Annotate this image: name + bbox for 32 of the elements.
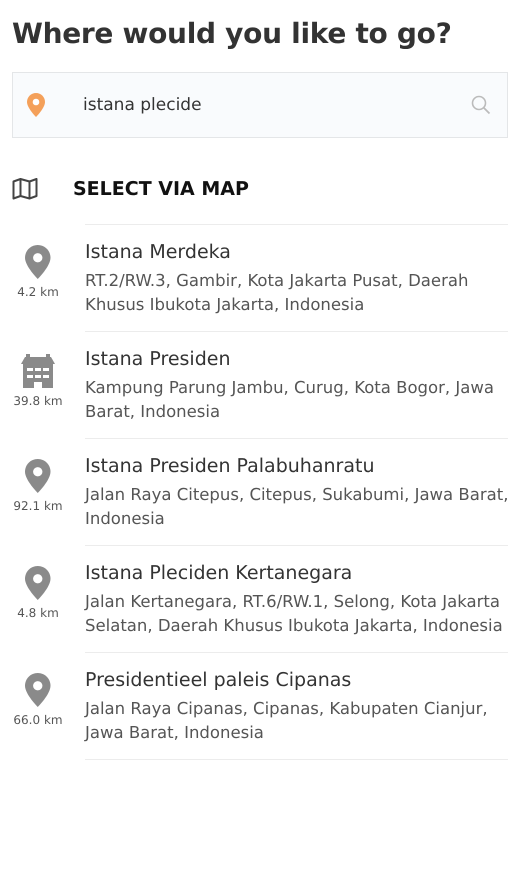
distance-label: 39.8 km [13,394,63,408]
place-address: RT.2/RW.3, Gambir, Kota Jakarta Pusat, Daerah Khusus Ibukota Jakarta, Indonesia [85,270,470,316]
place-name: Presidentieel paleis Cipanas [85,668,352,693]
location-pin-icon [25,673,51,707]
place-address: Jalan Kertanegara, RT.6/RW.1, Selong, Kota Jakarta Selatan, Daerah Khusus Ibukota Jakarta, Indonesia [85,591,504,637]
place-name: Istana Presiden Palabuhanratu [85,454,376,479]
location-pin-icon [25,566,51,600]
distance-label: 66.0 km [13,713,63,727]
place-result[interactable]: 4.8 km Istana Pleciden Kertanegara Jalan Kertanegara, RT.6/RW.1, Selong, Kota Jakarta Selatan, Daerah Khusus Ibukota Jakarta, Indonesia [12,546,530,652]
page-heading: Where would you like to go? [12,16,453,52]
place-address: Kampung Parung Jambu, Curug, Kota Bogor, Jawa Barat, Indonesia [85,377,495,423]
distance-label: 4.2 km [17,285,59,299]
place-name: Istana Presiden [85,347,232,372]
place-address: Jalan Raya Citepus, Citepus, Sukabumi, Jawa Barat, Indonesia [85,484,510,530]
select-via-map-button[interactable]: SELECT VIA MAP [12,174,249,204]
distance-label: 92.1 km [13,499,63,513]
search-input[interactable]: istana plecide [81,94,471,116]
building-icon [20,352,56,388]
location-pin-icon [25,245,51,279]
place-result[interactable]: 92.1 km Istana Presiden Palabuhanratu Jalan Raya Citepus, Citepus, Sukabumi, Jawa Barat, Indonesia [12,439,530,545]
place-result[interactable]: 66.0 km Presidentieel paleis Cipanas Jalan Raya Cipanas, Cipanas, Kabupaten Cianjur, Jawa Barat, Indonesia [12,653,530,759]
place-name: Istana Merdeka [85,240,232,265]
place-name: Istana Pleciden Kertanegara [85,561,354,586]
map-icon [12,178,38,200]
location-pin-icon [27,93,45,117]
place-address: Jalan Raya Cipanas, Cipanas, Kabupaten Cianjur, Jawa Barat, Indonesia [85,698,489,744]
location-pin-icon [25,459,51,493]
search-field[interactable]: istana plecide [12,72,508,138]
search-icon[interactable] [471,95,491,115]
place-result[interactable]: 4.2 km Istana Merdeka RT.2/RW.3, Gambir, Kota Jakarta Pusat, Daerah Khusus Ibukota Jakarta, Indonesia [12,225,530,331]
distance-label: 4.8 km [17,606,59,620]
place-result[interactable]: 39.8 km Istana Presiden Kampung Parung Jambu, Curug, Kota Bogor, Jawa Barat, Indonesia [12,332,530,438]
